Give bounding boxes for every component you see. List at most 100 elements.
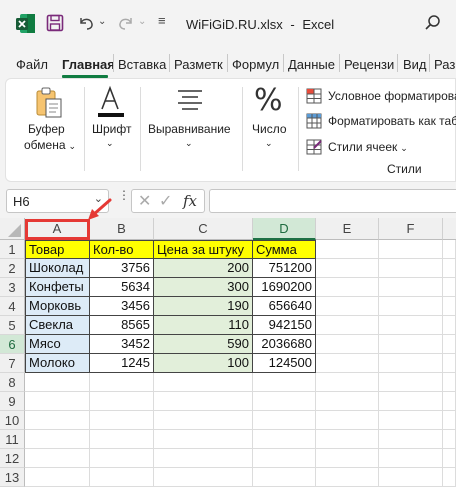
- row-header[interactable]: 5: [0, 316, 25, 335]
- cancel-icon[interactable]: ✕: [138, 191, 151, 211]
- cell-g7[interactable]: [443, 354, 456, 373]
- cell-c3[interactable]: 300: [154, 278, 253, 297]
- cell-b3[interactable]: 5634: [90, 278, 154, 297]
- cell-a8[interactable]: [25, 373, 90, 392]
- cell-f7[interactable]: [379, 354, 443, 373]
- cell-b5[interactable]: 8565: [90, 316, 154, 335]
- cell-d5[interactable]: 942150: [253, 316, 316, 335]
- undo-icon[interactable]: [76, 13, 96, 33]
- row-header[interactable]: 4: [0, 297, 25, 316]
- save-icon[interactable]: [46, 14, 64, 32]
- cell-c5[interactable]: 110: [154, 316, 253, 335]
- cell-d13[interactable]: [253, 468, 316, 487]
- cell-g6[interactable]: [443, 335, 456, 354]
- cell-a3[interactable]: Конфеты: [25, 278, 90, 297]
- cell-d1[interactable]: Сумма: [253, 240, 316, 259]
- cell-c13[interactable]: [154, 468, 253, 487]
- cell-c12[interactable]: [154, 449, 253, 468]
- cell-d8[interactable]: [253, 373, 316, 392]
- cell-g8[interactable]: [443, 373, 456, 392]
- column-header-c[interactable]: C: [154, 218, 253, 240]
- tab-formulas[interactable]: Формул: [232, 57, 279, 72]
- row-header[interactable]: 7: [0, 354, 25, 373]
- cell-e12[interactable]: [316, 449, 379, 468]
- cell-f10[interactable]: [379, 411, 443, 430]
- cell-e9[interactable]: [316, 392, 379, 411]
- cell-styles-button[interactable]: Стили ячеек ⌄: [306, 138, 456, 156]
- cell-b7[interactable]: 1245: [90, 354, 154, 373]
- row-header[interactable]: 10: [0, 411, 25, 430]
- column-header-f[interactable]: F: [379, 218, 443, 240]
- row-header[interactable]: 3: [0, 278, 25, 297]
- tab-page-layout[interactable]: Разметк: [174, 57, 223, 72]
- cell-f3[interactable]: [379, 278, 443, 297]
- cell-a2[interactable]: Шоколад: [25, 259, 90, 278]
- cell-c1[interactable]: Цена за штуку: [154, 240, 253, 259]
- cell-b8[interactable]: [90, 373, 154, 392]
- tab-insert[interactable]: Вставка: [118, 57, 166, 72]
- cell-b6[interactable]: 3452: [90, 335, 154, 354]
- cell-b11[interactable]: [90, 430, 154, 449]
- cell-c11[interactable]: [154, 430, 253, 449]
- tab-file[interactable]: Файл: [16, 57, 48, 72]
- cell-b2[interactable]: 3756: [90, 259, 154, 278]
- cell-d7[interactable]: 124500: [253, 354, 316, 373]
- number-group[interactable]: % Число ⌄: [244, 85, 294, 165]
- cell-f6[interactable]: [379, 335, 443, 354]
- cell-e2[interactable]: [316, 259, 379, 278]
- column-header-e[interactable]: E: [316, 218, 379, 240]
- cell-g10[interactable]: [443, 411, 456, 430]
- column-header-g[interactable]: [443, 218, 456, 240]
- cell-d3[interactable]: 1690200: [253, 278, 316, 297]
- cell-c10[interactable]: [154, 411, 253, 430]
- cell-f2[interactable]: [379, 259, 443, 278]
- cell-g9[interactable]: [443, 392, 456, 411]
- cell-g11[interactable]: [443, 430, 456, 449]
- quick-access-more-icon[interactable]: ≡: [158, 13, 166, 28]
- cell-a6[interactable]: Мясо: [25, 335, 90, 354]
- spreadsheet-grid[interactable]: A B C D E F 1 Товар Кол-во Цена за штуку Сум…: [0, 198, 456, 493]
- row-header[interactable]: 12: [0, 449, 25, 468]
- cell-d11[interactable]: [253, 430, 316, 449]
- cell-b4[interactable]: 3456: [90, 297, 154, 316]
- cell-b13[interactable]: [90, 468, 154, 487]
- cell-f11[interactable]: [379, 430, 443, 449]
- cell-g13[interactable]: [443, 468, 456, 487]
- cell-d9[interactable]: [253, 392, 316, 411]
- cell-a11[interactable]: [25, 430, 90, 449]
- row-header[interactable]: 13: [0, 468, 25, 487]
- row-header[interactable]: 6: [0, 335, 25, 354]
- cell-a10[interactable]: [25, 411, 90, 430]
- cell-e8[interactable]: [316, 373, 379, 392]
- tab-data[interactable]: Данные: [288, 57, 335, 72]
- cell-g12[interactable]: [443, 449, 456, 468]
- cell-b1[interactable]: Кол-во: [90, 240, 154, 259]
- cell-c2[interactable]: 200: [154, 259, 253, 278]
- cell-g4[interactable]: [443, 297, 456, 316]
- cell-e1[interactable]: [316, 240, 379, 259]
- cell-c7[interactable]: 100: [154, 354, 253, 373]
- cell-g3[interactable]: [443, 278, 456, 297]
- cell-f5[interactable]: [379, 316, 443, 335]
- redo-icon[interactable]: [116, 13, 136, 33]
- cell-e6[interactable]: [316, 335, 379, 354]
- cell-f4[interactable]: [379, 297, 443, 316]
- cell-a1[interactable]: Товар: [25, 240, 90, 259]
- cell-a7[interactable]: Молоко: [25, 354, 90, 373]
- tab-review[interactable]: Рецензи: [344, 57, 394, 72]
- column-header-d[interactable]: D: [253, 218, 316, 240]
- cell-e10[interactable]: [316, 411, 379, 430]
- search-icon[interactable]: [424, 14, 442, 32]
- cell-e11[interactable]: [316, 430, 379, 449]
- cell-a9[interactable]: [25, 392, 90, 411]
- format-as-table-button[interactable]: Форматировать как табл: [306, 112, 456, 130]
- cell-c6[interactable]: 590: [154, 335, 253, 354]
- tab-view[interactable]: Вид: [403, 57, 427, 72]
- undo-dropdown-icon[interactable]: ⌄: [98, 16, 106, 27]
- cell-f9[interactable]: [379, 392, 443, 411]
- cell-d6[interactable]: 2036680: [253, 335, 316, 354]
- cell-d10[interactable]: [253, 411, 316, 430]
- row-header[interactable]: 8: [0, 373, 25, 392]
- cell-g2[interactable]: [443, 259, 456, 278]
- cell-a4[interactable]: Морковь: [25, 297, 90, 316]
